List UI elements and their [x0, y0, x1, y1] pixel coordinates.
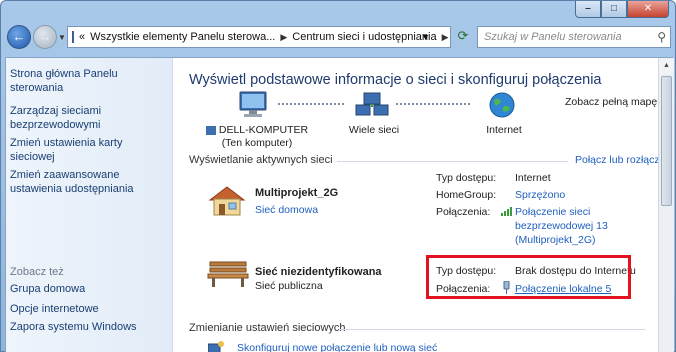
back-button[interactable]: ← — [7, 25, 31, 49]
breadcrumb-separator-icon[interactable]: ▶ — [280, 32, 287, 43]
sidebar-item-sharing[interactable]: Zmień zaawansowane ustawienia udostępnia… — [10, 168, 170, 196]
content-area: Strona główna Panelu sterowania Zarządza… — [5, 57, 674, 352]
active-networks-heading: Wyświetlanie aktywnych sieci — [189, 154, 333, 166]
sidebar-item-firewall[interactable]: Zapora systemu Windows — [10, 320, 170, 334]
refresh-icon[interactable]: ⟳ — [455, 28, 471, 44]
control-panel-window: – □ ✕ ← → ▼ « Wszystkie elementy Panelu … — [0, 0, 676, 352]
section-divider — [337, 161, 568, 162]
address-bar[interactable]: « Wszystkie elementy Panelu sterowa... ▶… — [67, 26, 451, 48]
section-divider — [339, 329, 645, 330]
forward-button[interactable]: → — [33, 25, 57, 49]
full-map-link[interactable]: Zobacz pełną mapę — [565, 96, 657, 108]
sidebar-item-wireless[interactable]: Zarządzaj sieciami bezprzewodowymi — [10, 104, 170, 132]
sidebar-item-home[interactable]: Strona główna Panelu sterowania — [10, 67, 170, 95]
map-connection-line — [278, 103, 344, 105]
internet-globe-icon — [489, 92, 515, 118]
forward-arrow-icon: → — [38, 29, 52, 44]
connect-disconnect-link[interactable]: Połącz lub rozłącz — [575, 154, 660, 166]
setup-connection-icon — [208, 341, 224, 352]
caption-buttons: – □ ✕ — [575, 1, 669, 19]
connections-label: Połączenia: — [436, 206, 491, 218]
internet-label: Internet — [486, 124, 522, 136]
sidebar-item-internet-options[interactable]: Opcje internetowe — [10, 302, 170, 316]
home-network-icon — [208, 186, 246, 216]
page-title: Wyświetl podstawowe informacje o sieci i… — [189, 72, 602, 88]
sidebar: Strona główna Panelu sterowania Zarządza… — [6, 58, 173, 352]
close-button[interactable]: ✕ — [627, 1, 669, 18]
breadcrumb-all-items[interactable]: Wszystkie elementy Panelu sterowa... — [90, 31, 275, 43]
vertical-scrollbar[interactable]: ▲ — [658, 58, 674, 352]
homegroup-link[interactable]: Sprzężono — [515, 189, 565, 201]
minimize-button[interactable]: – — [575, 1, 601, 18]
scrollbar-thumb[interactable] — [661, 76, 672, 206]
access-type-value: Internet — [515, 172, 551, 184]
breadcrumb-network-center[interactable]: Centrum sieci i udostępniania — [292, 31, 436, 43]
search-placeholder: Szukaj w Panelu sterowania — [484, 31, 622, 43]
sidebar-item-adapter[interactable]: Zmień ustawienia karty sieciowej — [10, 136, 170, 164]
history-dropdown-icon[interactable]: ▼ — [58, 33, 66, 42]
network-name-unidentified: Sieć niezidentyfikowana — [255, 266, 382, 278]
search-icon[interactable]: ⚲ — [657, 27, 666, 47]
navigation-bar: ← → ▼ « Wszystkie elementy Panelu sterow… — [5, 23, 673, 53]
breadcrumb-separator-icon[interactable]: ▶ — [442, 32, 449, 43]
access-type-label: Typ dostępu: — [436, 172, 497, 184]
change-settings-heading: Zmienianie ustawień sieciowych — [189, 322, 346, 334]
sidebar-item-homegroup[interactable]: Grupa domowa — [10, 282, 170, 296]
wireless-connection-link-line3[interactable]: (Multiprojekt_2G) — [515, 234, 596, 246]
maximize-button[interactable]: □ — [601, 1, 627, 18]
public-network-bench-icon — [207, 261, 249, 287]
back-arrow-icon: ← — [12, 29, 26, 44]
computer-subtitle: (Ten komputer) — [221, 137, 293, 149]
homegroup-label: HomeGroup: — [436, 189, 497, 201]
wireless-connection-link-line1[interactable]: Połączenie sieci — [515, 206, 590, 218]
multiple-networks-label: Wiele sieci — [348, 124, 400, 136]
scroll-up-icon[interactable]: ▲ — [659, 58, 674, 74]
setup-new-connection-link[interactable]: Skonfiguruj nowe połączenie lub nową sie… — [237, 342, 437, 352]
multiple-networks-icon — [355, 92, 389, 116]
search-input[interactable]: Szukaj w Panelu sterowania ⚲ — [477, 26, 671, 48]
main-panel: Wyświetl podstawowe informacje o sieci i… — [174, 58, 674, 352]
wireless-signal-icon — [501, 207, 512, 216]
computer-name: DELL-KOMPUTER — [202, 124, 312, 136]
public-network-label: Sieć publiczna — [255, 280, 323, 292]
annotation-highlight-box — [426, 255, 631, 299]
computer-icon — [239, 91, 267, 117]
home-network-link[interactable]: Sieć domowa — [255, 204, 318, 216]
network-name-multiprojekt: Multiprojekt_2G — [255, 187, 339, 199]
computer-small-icon — [205, 125, 216, 135]
address-dropdown-icon[interactable]: ▼ — [421, 27, 430, 47]
see-also-heading: Zobacz też — [10, 266, 64, 278]
map-connection-line — [396, 103, 470, 105]
breadcrumb-prefix[interactable]: « — [79, 31, 85, 43]
control-panel-icon — [72, 31, 74, 43]
wireless-connection-link-line2[interactable]: bezprzewodowej 13 — [515, 220, 608, 232]
